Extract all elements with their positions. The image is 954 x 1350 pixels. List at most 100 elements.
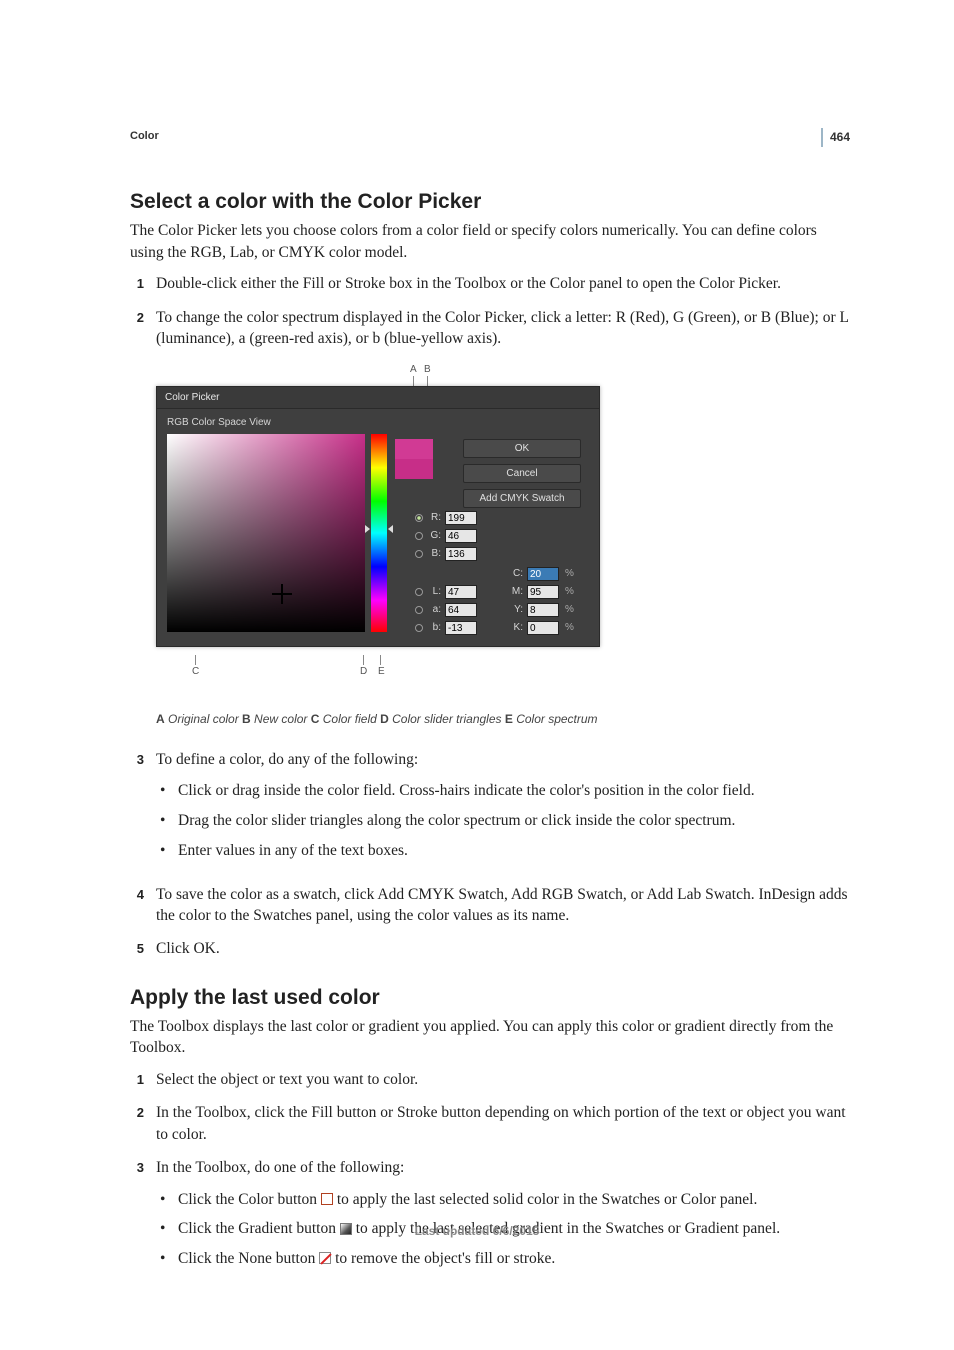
input-L[interactable]: 47 — [445, 585, 477, 599]
tick-C — [195, 655, 196, 665]
heading-select-color: Select a color with the Color Picker — [130, 190, 849, 214]
radio-R[interactable] — [415, 514, 423, 522]
intro-para-1: The Color Picker lets you choose colors … — [130, 220, 849, 263]
step-text: In the Toolbox, do one of the following: — [156, 1159, 404, 1176]
bullet-item: Click or drag inside the color field. Cr… — [160, 780, 849, 802]
slider-triangle-right[interactable] — [388, 525, 393, 533]
cap-D-b: D — [380, 712, 389, 726]
step2-2: 2 In the Toolbox, click the Fill button … — [130, 1102, 849, 1145]
label-G: G: — [427, 530, 441, 541]
swatch-new — [395, 439, 433, 459]
step-num: 4 — [130, 884, 144, 927]
page-number: 464 — [821, 128, 850, 147]
step-3: 3 To define a color, do any of the follo… — [130, 749, 849, 871]
step-text: To save the color as a swatch, click Add… — [156, 884, 849, 927]
input-G[interactable]: 46 — [445, 529, 477, 543]
step-text: Click OK. — [156, 938, 849, 959]
input-B[interactable]: 136 — [445, 547, 477, 561]
add-swatch-button[interactable]: Add CMYK Swatch — [463, 489, 581, 508]
callout-A: A — [410, 364, 417, 375]
step2-1: 1 Select the object or text you want to … — [130, 1069, 849, 1090]
dialog-color-picker: Color Picker RGB Color Space View — [156, 386, 600, 647]
tick-E — [380, 655, 381, 665]
label-a: a: — [427, 604, 441, 615]
color-button-icon — [321, 1193, 333, 1205]
pct: % — [565, 622, 574, 633]
callout-C: C — [192, 666, 199, 677]
intro-para-2: The Toolbox displays the last color or g… — [130, 1016, 849, 1059]
step-num: 2 — [130, 307, 144, 350]
tick-D — [363, 655, 364, 665]
input-R[interactable]: 199 — [445, 511, 477, 525]
step-4: 4 To save the color as a swatch, click A… — [130, 884, 849, 927]
bullet-text-a: Click the Color button — [178, 1191, 321, 1208]
step-5: 5 Click OK. — [130, 938, 849, 959]
cap-B-t: New color — [251, 712, 311, 726]
cancel-button[interactable]: Cancel — [463, 464, 581, 483]
cap-A-t: Original color — [165, 712, 242, 726]
step-num: 2 — [130, 1102, 144, 1145]
input-C[interactable]: 20 — [527, 567, 559, 581]
label-K: K: — [509, 622, 523, 633]
swatch-pair — [395, 439, 433, 479]
ok-button[interactable]: OK — [463, 439, 581, 458]
dialog-title: Color Picker — [157, 387, 599, 409]
input-Y[interactable]: 8 — [527, 603, 559, 617]
input-a[interactable]: 64 — [445, 603, 477, 617]
input-K[interactable]: 0 — [527, 621, 559, 635]
radio-L[interactable] — [415, 588, 423, 596]
callout-B: B — [424, 364, 431, 375]
swatch-original — [395, 459, 433, 479]
input-M[interactable]: 95 — [527, 585, 559, 599]
bullet-item: Drag the color slider triangles along th… — [160, 810, 849, 832]
bullet-text-b: to apply the last selected solid color i… — [337, 1191, 758, 1208]
pct: % — [565, 586, 574, 597]
label-B: B: — [427, 548, 441, 559]
label-R: R: — [427, 512, 441, 523]
step-num: 1 — [130, 1069, 144, 1090]
pct: % — [565, 604, 574, 615]
heading-apply-last: Apply the last used color — [130, 986, 849, 1010]
step-num: 3 — [130, 1157, 144, 1279]
step-text: To change the color spectrum displayed i… — [156, 307, 849, 350]
cap-D-t: Color slider triangles — [389, 712, 505, 726]
footer-last-updated: Last updated 6/6/2015 — [0, 1224, 954, 1238]
cap-A-b: A — [156, 712, 165, 726]
step-text: To define a color, do any of the followi… — [156, 751, 418, 768]
figure-caption: A Original color B New color C Color fie… — [156, 712, 849, 728]
cap-C-t: Color field — [319, 712, 380, 726]
step2-3: 3 In the Toolbox, do one of the followin… — [130, 1157, 849, 1279]
bullet-text-b: to remove the object's fill or stroke. — [335, 1250, 555, 1267]
step-text: Select the object or text you want to co… — [156, 1069, 849, 1090]
radio-b[interactable] — [415, 624, 423, 632]
tick-A — [413, 376, 414, 386]
color-spectrum[interactable] — [371, 434, 387, 632]
input-b[interactable]: -13 — [445, 621, 477, 635]
callout-E: E — [378, 666, 385, 677]
tick-B — [427, 376, 428, 386]
color-field-cursor — [276, 588, 288, 600]
section-label: Color — [130, 130, 849, 142]
step-text: Double-click either the Fill or Stroke b… — [156, 273, 849, 294]
label-Y: Y: — [509, 604, 523, 615]
color-field[interactable] — [167, 434, 365, 632]
step-1: 1 Double-click either the Fill or Stroke… — [130, 273, 849, 294]
label-C: C: — [509, 568, 523, 579]
bullet-text-a: Click the None button — [178, 1250, 319, 1267]
label-L: L: — [427, 586, 441, 597]
radio-G[interactable] — [415, 532, 423, 540]
bullet-item: Click the Color button to apply the last… — [160, 1189, 849, 1211]
bullet-item: Click the None button to remove the obje… — [160, 1248, 849, 1270]
radio-B[interactable] — [415, 550, 423, 558]
step-num: 1 — [130, 273, 144, 294]
none-button-icon — [319, 1252, 331, 1264]
step-2: 2 To change the color spectrum displayed… — [130, 307, 849, 350]
slider-triangle-left[interactable] — [365, 525, 370, 533]
pct: % — [565, 568, 574, 579]
cap-B-b: B — [242, 712, 251, 726]
label-b: b: — [427, 622, 441, 633]
radio-a[interactable] — [415, 606, 423, 614]
step-text: In the Toolbox, click the Fill button or… — [156, 1102, 849, 1145]
callout-D: D — [360, 666, 367, 677]
step-num: 5 — [130, 938, 144, 959]
